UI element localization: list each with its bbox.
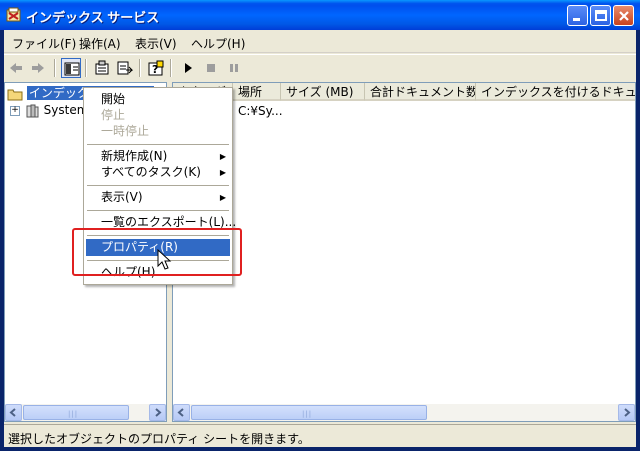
- menu-item-stop: 停止: [86, 107, 230, 124]
- chevron-right-icon: [624, 408, 631, 417]
- start-icon: [185, 63, 192, 73]
- scroll-right-button[interactable]: [149, 404, 166, 421]
- menu-view[interactable]: 表示(V): [135, 35, 177, 52]
- toolbar-separator: [85, 59, 87, 77]
- menu-item-new[interactable]: 新規作成(N) ▶: [86, 148, 230, 165]
- tree-horizontal-scrollbar[interactable]: |||: [5, 404, 166, 421]
- properties-button[interactable]: [92, 58, 112, 78]
- chevron-left-icon: [9, 408, 16, 417]
- menu-item-start[interactable]: 開始: [86, 91, 230, 108]
- scroll-right-button[interactable]: [618, 404, 635, 421]
- menu-item-label: 一覧のエクスポート(L)...: [101, 215, 237, 229]
- show-hide-tree-button[interactable]: [61, 58, 81, 78]
- back-button[interactable]: [6, 58, 26, 78]
- toolbar-separator: [170, 59, 172, 77]
- submenu-arrow-icon: ▶: [219, 168, 226, 177]
- toolbar-separator: [139, 59, 141, 77]
- scroll-left-button[interactable]: [173, 404, 190, 421]
- forward-arrow-icon: [32, 63, 44, 73]
- menu-help[interactable]: ヘルプ(H): [191, 35, 245, 52]
- menu-separator: [87, 210, 229, 211]
- forward-button[interactable]: [28, 58, 48, 78]
- menu-item-label: 一時停止: [101, 124, 150, 138]
- tree-item-label: System: [43, 103, 89, 117]
- menu-item-pause: 一時停止: [86, 123, 230, 140]
- help-button[interactable]: ?: [146, 58, 166, 78]
- column-header-size[interactable]: サイズ (MB): [281, 83, 365, 101]
- properties-icon: [95, 60, 109, 75]
- main-window: インデックス サービス ファイル(F) 操作(A) 表示(V) ヘルプ(H) ?…: [0, 0, 640, 451]
- start-button[interactable]: [178, 58, 198, 78]
- minimize-button[interactable]: [567, 5, 588, 26]
- pause-icon: [230, 64, 238, 72]
- title-bar[interactable]: インデックス サービス: [0, 0, 640, 30]
- minimize-icon: [573, 18, 580, 21]
- menu-item-label: 新規作成(N): [101, 149, 168, 163]
- list-horizontal-scrollbar[interactable]: |||: [173, 404, 635, 421]
- close-icon: [619, 11, 629, 21]
- menu-item-label: 開始: [101, 92, 126, 106]
- chevron-left-icon: [177, 408, 184, 417]
- pause-button[interactable]: [224, 58, 244, 78]
- cell-location: C:¥Sy...: [238, 104, 283, 118]
- column-header-location[interactable]: 場所: [233, 83, 281, 101]
- maximize-button[interactable]: [590, 5, 611, 26]
- chevron-right-icon: [155, 408, 162, 417]
- column-header-docs-to-index[interactable]: インデックスを付けるドキュメント: [476, 83, 635, 101]
- maximize-icon: [595, 10, 607, 21]
- indexing-service-icon: [6, 7, 21, 22]
- menu-item-label: すべてのタスク(K): [101, 165, 201, 179]
- scroll-thumb[interactable]: |||: [23, 405, 129, 420]
- menu-item-all-tasks[interactable]: すべてのタスク(K) ▶: [86, 164, 230, 181]
- catalog-icon: [26, 104, 39, 117]
- status-bar: 選択したオブジェクトのプロパティ シートを開きます。: [4, 424, 636, 448]
- menu-separator: [87, 144, 229, 145]
- tree-item-system[interactable]: + System: [10, 102, 88, 118]
- close-button[interactable]: [613, 5, 634, 26]
- menu-file[interactable]: ファイル(F): [12, 35, 76, 52]
- menu-item-label: 停止: [101, 108, 126, 122]
- export-list-icon: [117, 61, 133, 75]
- menu-item-view[interactable]: 表示(V) ▶: [86, 189, 230, 206]
- folder-icon: [7, 89, 23, 100]
- status-text: 選択したオブジェクトのプロパティ シートを開きます。: [8, 432, 310, 446]
- stop-button[interactable]: [201, 58, 221, 78]
- scroll-thumb[interactable]: |||: [191, 405, 427, 420]
- column-header-total-docs[interactable]: 合計ドキュメント数: [365, 83, 476, 101]
- scroll-left-button[interactable]: [5, 404, 22, 421]
- help-icon: ?: [148, 60, 164, 76]
- back-arrow-icon: [10, 63, 22, 73]
- submenu-arrow-icon: ▶: [219, 193, 226, 202]
- toolbar: ?: [4, 54, 636, 81]
- menu-action[interactable]: 操作(A): [79, 35, 121, 52]
- toolbar-separator: [54, 59, 56, 77]
- window-title: インデックス サービス: [26, 10, 160, 25]
- menu-item-label: 表示(V): [101, 190, 143, 204]
- expand-icon[interactable]: +: [10, 105, 20, 116]
- submenu-arrow-icon: ▶: [219, 152, 226, 161]
- show-hide-tree-icon: [64, 62, 80, 76]
- menu-separator: [87, 185, 229, 186]
- menu-bar: ファイル(F) 操作(A) 表示(V) ヘルプ(H): [4, 30, 636, 53]
- export-list-button[interactable]: [115, 58, 135, 78]
- mouse-cursor-icon: [157, 249, 172, 270]
- stop-icon: [207, 64, 215, 72]
